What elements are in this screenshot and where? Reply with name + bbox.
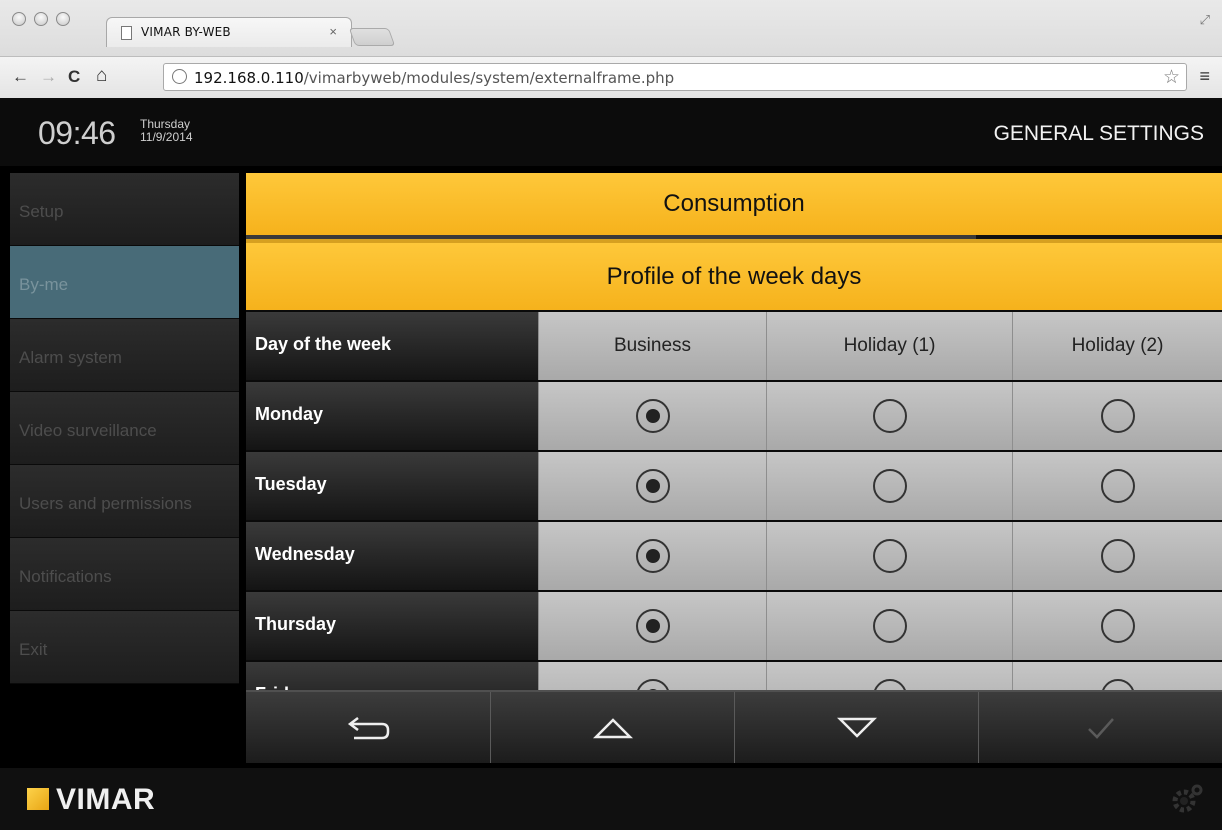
scroll-down-button[interactable] [734,692,978,763]
minimize-window-button[interactable] [34,12,48,26]
sidebar-item-exit[interactable]: Exit [10,611,239,684]
table-row: Friday [246,662,1222,690]
profile-cell [1012,382,1222,450]
table-row: Wednesday [246,522,1222,592]
date-info: Thursday 11/9/2014 [140,118,193,144]
profile-cell [1012,452,1222,520]
up-arrow-icon [592,717,633,738]
profile-cell [766,452,1012,520]
browser-chrome: VIMAR BY-WEB × ⤢ ← → C ⌂ 192.168.0.110/v… [0,0,1222,98]
sidebar-item-notifications[interactable]: Notifications [10,538,239,611]
profile-radio-button[interactable] [635,609,670,643]
bottom-action-bar [246,690,1222,763]
profile-radio-button[interactable] [635,399,670,433]
weekday-profile-table: Day of the week Business Holiday (1) Holida… [246,312,1222,690]
profile-title: Profile of the week days [246,243,1222,310]
scroll-up-button[interactable] [490,692,734,763]
page-icon [121,26,132,40]
table-row: Monday [246,382,1222,452]
category-title: Consumption [246,173,1222,235]
tab-title: VIMAR BY-WEB [141,25,231,39]
reload-icon[interactable]: C [68,67,80,87]
profile-radio-button[interactable] [872,539,907,573]
vimar-logo-icon [27,788,49,810]
day-label: Thursday [246,592,538,660]
profile-radio-button[interactable] [872,679,907,690]
zoom-window-button[interactable] [56,12,70,26]
profile-cell [766,662,1012,690]
profile-radio-button[interactable] [872,609,907,643]
url-text: 192.168.0.110/vimarbyweb/modules/system/… [194,69,675,87]
table-header-row: Day of the week Business Holiday (1) Holida… [246,312,1222,382]
column-header-2: Holiday (1) [766,312,1012,380]
separator [246,235,1222,243]
sidebar: Setup By-me Alarm system Video surveillance… [10,173,239,763]
menu-icon[interactable]: ≡ [1199,66,1210,87]
tab-strip: VIMAR BY-WEB × ⤢ [0,0,1222,56]
browser-tab[interactable]: VIMAR BY-WEB × [106,17,352,47]
profile-radio-button[interactable] [1100,399,1135,433]
day-label: Monday [246,382,538,450]
main-panel: Consumption Profile of the week days Day… [246,173,1222,763]
new-tab-button[interactable] [348,28,396,46]
forward-nav-icon[interactable]: → [40,67,57,87]
address-bar[interactable]: 192.168.0.110/vimarbyweb/modules/system/… [163,63,1187,91]
profile-radio-button[interactable] [1100,539,1135,573]
close-window-button[interactable] [12,12,26,26]
globe-icon [172,69,187,84]
sidebar-item-setup[interactable]: Setup [10,173,239,246]
sidebar-item-alarm-system[interactable]: Alarm system [10,319,239,392]
brand-name: VIMAR [56,783,156,816]
profile-cell [766,382,1012,450]
profile-cell [766,592,1012,660]
profile-radio-button[interactable] [1100,609,1135,643]
day-label: Tuesday [246,452,538,520]
down-arrow-icon [836,717,877,738]
tab-close-icon[interactable]: × [329,24,337,39]
checkmark-icon [1087,717,1114,739]
day-label: Wednesday [246,522,538,590]
column-header-3: Holiday (2) [1012,312,1222,380]
date-label: 11/9/2014 [140,130,193,144]
browser-toolbar: ← → C ⌂ 192.168.0.110/vimarbyweb/modules… [0,56,1222,98]
profile-cell [1012,522,1222,590]
back-button[interactable] [246,692,490,763]
profile-radio-button[interactable] [872,469,907,503]
profile-radio-button[interactable] [1100,469,1135,503]
sidebar-item-video-surveillance[interactable]: Video surveillance [10,392,239,465]
profile-cell [1012,662,1222,690]
clock-time: 09:46 [38,115,116,151]
profile-radio-button[interactable] [635,679,670,690]
profile-radio-button[interactable] [872,399,907,433]
table-row: Thursday [246,592,1222,662]
profile-cell [538,522,766,590]
app-footer: VIMAR [0,768,1222,830]
back-icon [347,716,390,739]
home-icon[interactable]: ⌂ [96,65,107,87]
settings-gear-icon[interactable] [1170,783,1204,813]
back-nav-icon[interactable]: ← [12,67,29,87]
app-header: 09:46 Thursday 11/9/2014 GENERAL SETTING… [0,98,1222,166]
sidebar-item-by-me[interactable]: By-me [10,246,239,319]
profile-radio-button[interactable] [635,469,670,503]
table-row: Tuesday [246,452,1222,522]
confirm-button[interactable] [978,692,1222,763]
fullscreen-icon[interactable]: ⤢ [1200,12,1210,28]
profile-radio-button[interactable] [635,539,670,573]
column-header-day: Day of the week [246,312,538,380]
profile-cell [1012,592,1222,660]
column-header-1: Business [538,312,766,380]
profile-cell [538,662,766,690]
profile-cell [538,452,766,520]
profile-cell [766,522,1012,590]
profile-radio-button[interactable] [1100,679,1135,690]
profile-cell [538,592,766,660]
bookmark-star-icon[interactable]: ☆ [1163,66,1180,89]
day-label: Friday [246,662,538,690]
sidebar-item-users-and-permissions[interactable]: Users and permissions [10,465,239,538]
page-title: GENERAL SETTINGS [993,122,1204,145]
profile-cell [538,382,766,450]
